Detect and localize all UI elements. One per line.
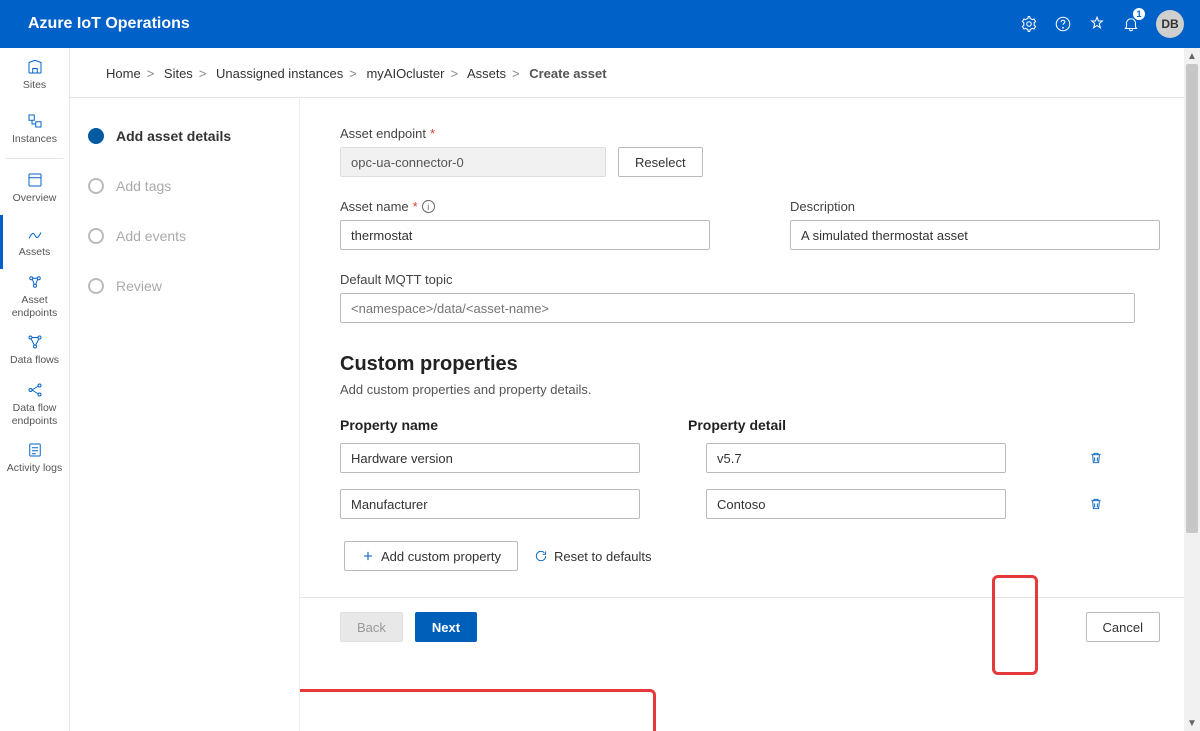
feedback-icon[interactable] [1080,0,1114,48]
nav-asset-endpoints[interactable]: Asset endpoints [0,269,69,323]
step-add-tags[interactable]: Add tags [88,178,281,194]
nav-label: Data flows [10,354,59,366]
nav-instances[interactable]: Instances [0,102,69,156]
assetname-label: Asset name * i [340,199,710,214]
reset-defaults-button[interactable]: Reset to defaults [532,541,654,571]
breadcrumb-link[interactable]: Sites [164,66,193,81]
back-button: Back [340,612,403,642]
notification-badge: 1 [1133,8,1145,20]
step-dot-icon [88,178,104,194]
step-dot-icon [88,228,104,244]
asset-form: Asset endpoint * Reselect Asset name * i… [300,98,1200,597]
cancel-button[interactable]: Cancel [1086,612,1160,642]
property-name-field[interactable] [340,443,640,473]
prop-detail-header: Property detail [688,417,786,433]
breadcrumb-link[interactable]: Unassigned instances [216,66,343,81]
left-nav: Sites Instances Overview Assets Asset en… [0,48,70,731]
property-detail-field[interactable] [706,489,1006,519]
nav-sites[interactable]: Sites [0,48,69,102]
nav-label: Asset endpoints [2,294,67,318]
nav-activity-logs[interactable]: Activity logs [0,431,69,485]
prop-name-header: Property name [340,417,688,433]
nav-label: Assets [19,246,51,258]
description-field[interactable] [790,220,1160,250]
delete-property-button[interactable] [1082,444,1110,472]
delete-property-button[interactable] [1082,490,1110,518]
step-dot-icon [88,278,104,294]
property-name-field[interactable] [340,489,640,519]
nav-dataflow-endpoints[interactable]: Data flow endpoints [0,377,69,431]
info-icon[interactable]: i [422,200,435,213]
breadcrumb: Home> Sites> Unassigned instances> myAIO… [70,48,1200,98]
step-label: Add events [116,228,186,244]
help-icon[interactable] [1046,0,1080,48]
next-button[interactable]: Next [415,612,477,642]
property-headers: Property name Property detail [340,417,1160,433]
custom-properties-title: Custom properties [340,353,1160,376]
nav-label: Overview [13,192,57,204]
step-review[interactable]: Review [88,278,281,294]
main-content: Home> Sites> Unassigned instances> myAIO… [70,48,1200,731]
property-row [340,489,1160,519]
scroll-thumb[interactable] [1186,64,1198,533]
scroll-up-icon[interactable]: ▲ [1184,48,1200,64]
breadcrumb-link[interactable]: myAIOcluster [366,66,444,81]
notifications-icon[interactable]: 1 [1114,0,1148,48]
step-label: Review [116,278,162,294]
nav-label: Sites [23,79,46,91]
property-row [340,443,1160,473]
annotation-highlight [300,689,656,731]
user-avatar[interactable]: DB [1156,10,1184,38]
scroll-down-icon[interactable]: ▼ [1184,715,1200,731]
breadcrumb-link[interactable]: Home [106,66,141,81]
step-add-details[interactable]: Add asset details [88,128,281,144]
nav-overview[interactable]: Overview [0,161,69,215]
nav-assets[interactable]: Assets [0,215,69,269]
wizard-footer: Back Next Cancel [300,597,1200,656]
endpoint-field [340,147,606,177]
breadcrumb-current: Create asset [529,66,606,81]
nav-label: Activity logs [7,462,62,474]
scrollbar[interactable]: ▲ ▼ [1184,48,1200,731]
mqtt-label: Default MQTT topic [340,272,1160,287]
nav-label: Instances [12,133,57,145]
add-custom-property-button[interactable]: Add custom property [344,541,518,571]
step-dot-icon [88,128,104,144]
settings-icon[interactable] [1012,0,1046,48]
assetname-field[interactable] [340,220,710,250]
custom-properties-subtitle: Add custom properties and property detai… [340,382,1160,397]
step-label: Add tags [116,178,171,194]
step-label: Add asset details [116,128,231,144]
nav-label: Data flow endpoints [2,402,67,426]
mqtt-field[interactable] [340,293,1135,323]
endpoint-label: Asset endpoint * [340,126,1160,141]
nav-data-flows[interactable]: Data flows [0,323,69,377]
reselect-button[interactable]: Reselect [618,147,703,177]
breadcrumb-link[interactable]: Assets [467,66,506,81]
step-add-events[interactable]: Add events [88,228,281,244]
description-label: Description [790,199,1160,214]
app-title: Azure IoT Operations [28,15,190,33]
property-detail-field[interactable] [706,443,1006,473]
wizard-steps: Add asset details Add tags Add events Re… [70,98,300,731]
top-header: Azure IoT Operations 1 DB [0,0,1200,48]
